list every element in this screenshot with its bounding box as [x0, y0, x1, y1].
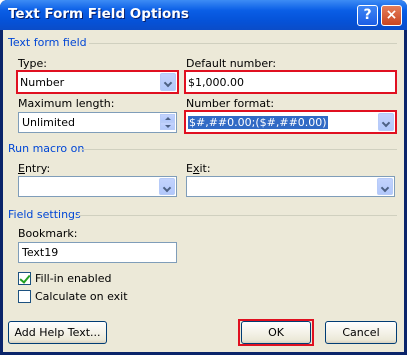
bookmark-input[interactable]: Text19 [18, 242, 177, 263]
section-text-form-field: Text form field [8, 36, 87, 49]
chevron-down-icon[interactable] [160, 73, 176, 91]
dialog-body: Text form field Type: Number Default num… [3, 30, 404, 352]
chevron-down-icon[interactable] [377, 178, 393, 195]
window-title: Text Form Field Options [8, 6, 189, 22]
type-value: Number [20, 76, 65, 89]
chevron-down-icon[interactable] [159, 178, 175, 195]
spin-buttons[interactable] [160, 114, 175, 131]
section-divider [89, 43, 397, 44]
type-label: Type: [18, 57, 47, 70]
default-number-label: Default number: [186, 57, 277, 70]
number-format-value: $#,##0.00;($#,##0.00) [188, 116, 328, 129]
max-length-value: Unlimited [22, 116, 75, 129]
number-format-label: Number format: [186, 97, 275, 110]
close-icon: × [385, 7, 398, 23]
number-format-dropdown[interactable]: $#,##0.00;($#,##0.00) [184, 110, 397, 134]
ok-button[interactable]: OK [241, 321, 311, 344]
title-bar[interactable]: Text Form Field Options ? × [0, 0, 407, 30]
help-button[interactable]: ? [357, 5, 378, 26]
bookmark-value: Text19 [22, 246, 59, 259]
section-run-macro: Run macro on [8, 142, 85, 155]
section-field-settings: Field settings [8, 208, 81, 221]
section-divider [77, 215, 397, 216]
max-length-stepper[interactable]: Unlimited [18, 112, 177, 133]
add-help-text-button[interactable]: Add Help Text... [8, 321, 107, 344]
section-divider [81, 149, 397, 150]
cancel-button[interactable]: Cancel [325, 321, 397, 344]
entry-label: Entry: [18, 162, 51, 175]
exit-dropdown[interactable] [186, 176, 395, 197]
fill-in-label[interactable]: Fill-in enabled [35, 272, 111, 285]
entry-dropdown[interactable] [18, 176, 177, 197]
bookmark-label: Bookmark: [18, 227, 78, 240]
calculate-checkbox[interactable] [18, 290, 31, 303]
max-length-label: Maximum length: [18, 97, 115, 110]
fill-in-checkbox[interactable] [18, 272, 31, 285]
help-icon: ? [363, 7, 372, 23]
type-dropdown[interactable]: Number [16, 70, 179, 94]
chevron-down-icon[interactable] [378, 113, 394, 131]
default-number-value: $1,000.00 [188, 76, 244, 89]
calculate-label[interactable]: Calculate on exit [35, 290, 128, 303]
dialog-window: Text Form Field Options ? × Text form fi… [0, 0, 407, 355]
default-number-input[interactable]: $1,000.00 [184, 70, 397, 94]
close-button[interactable]: × [381, 5, 402, 26]
exit-label: Exit: [186, 162, 211, 175]
spin-up-icon[interactable] [160, 114, 175, 122]
spin-down-icon[interactable] [160, 122, 175, 130]
